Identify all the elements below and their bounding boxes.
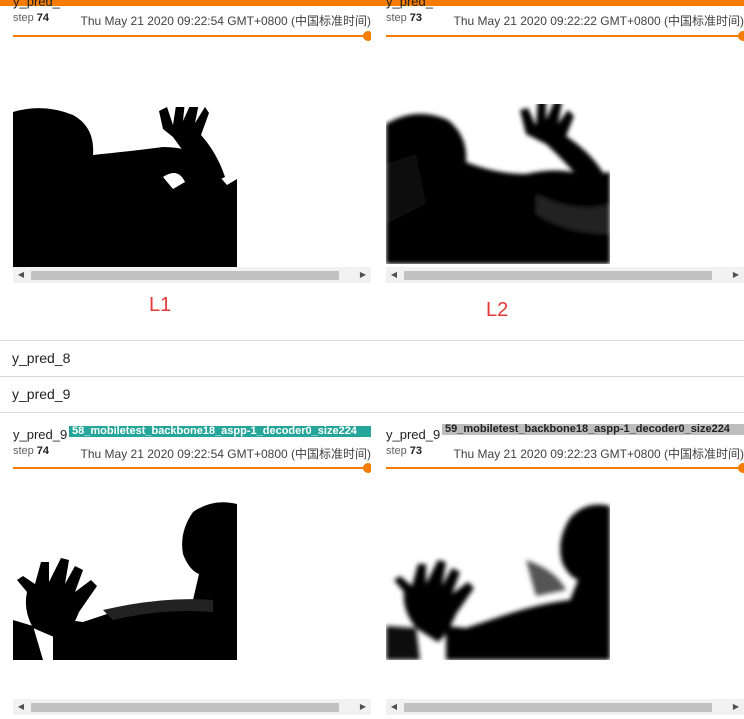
image-horizontal-scrollbar[interactable]: ◀ ▶ <box>386 699 744 715</box>
step-label-text: step <box>386 445 407 457</box>
step-slider-thumb[interactable] <box>738 463 744 473</box>
image-card-bottom-left: y_pred_9 58_mobiletest_backbone18_aspp-1… <box>13 422 371 719</box>
step-slider[interactable] <box>386 467 738 469</box>
step-slider-thumb[interactable] <box>363 463 371 473</box>
scrollbar-thumb[interactable] <box>404 703 712 712</box>
prediction-image <box>13 107 237 267</box>
image-card-top-left: y_pred_ step 74 Thu May 21 2020 09:22:54 … <box>13 0 371 290</box>
step-indicator: step 74 <box>13 445 49 457</box>
timestamp: Thu May 21 2020 09:22:22 GMT+0800 (中国标准时… <box>453 14 744 28</box>
image-card-bottom-right: y_pred_9 59_mobiletest_backbone18_aspp-1… <box>386 422 744 719</box>
scroll-right-icon[interactable]: ▶ <box>355 699 371 715</box>
card-title: y_pred_9 <box>13 427 68 442</box>
image-horizontal-scrollbar[interactable]: ◀ ▶ <box>13 267 371 283</box>
step-label-text: step <box>386 12 407 24</box>
scroll-right-icon[interactable]: ▶ <box>728 267 744 283</box>
timestamp: Thu May 21 2020 09:22:54 GMT+0800 (中国标准时… <box>80 14 371 28</box>
card-title: y_pred_ <box>13 0 60 9</box>
run-name-badge: 59_mobiletest_backbone18_aspp-1_decoder0… <box>442 424 744 435</box>
step-indicator: step 73 <box>386 445 422 457</box>
scroll-left-icon[interactable]: ◀ <box>13 267 29 283</box>
section-header-y-pred-9[interactable]: y_pred_9 <box>0 376 744 413</box>
prediction-image <box>386 500 610 660</box>
section-header-y-pred-8[interactable]: y_pred_8 <box>0 340 744 377</box>
card-title: y_pred_9 <box>386 427 441 442</box>
step-slider[interactable] <box>13 467 365 469</box>
step-slider[interactable] <box>13 35 365 37</box>
step-slider-thumb[interactable] <box>363 31 371 41</box>
prediction-image <box>13 500 237 660</box>
prediction-image <box>386 104 610 264</box>
annotation-l2: L2 <box>486 299 509 321</box>
step-indicator: step 73 <box>386 12 422 24</box>
step-slider[interactable] <box>386 35 738 37</box>
scrollbar-thumb[interactable] <box>404 271 712 280</box>
step-label-text: step <box>13 445 34 457</box>
section-label: y_pred_9 <box>12 386 71 402</box>
step-slider-thumb[interactable] <box>738 31 744 41</box>
image-card-top-right: y_pred_ step 73 Thu May 21 2020 09:22:22 … <box>386 0 744 290</box>
timestamp: Thu May 21 2020 09:22:23 GMT+0800 (中国标准时… <box>453 447 744 461</box>
scroll-left-icon[interactable]: ◀ <box>386 267 402 283</box>
scroll-left-icon[interactable]: ◀ <box>13 699 29 715</box>
annotation-l1: L1 <box>149 294 172 316</box>
timestamp: Thu May 21 2020 09:22:54 GMT+0800 (中国标准时… <box>80 447 371 461</box>
scroll-right-icon[interactable]: ▶ <box>728 699 744 715</box>
run-name-badge: 58_mobiletest_backbone18_aspp-1_decoder0… <box>69 426 371 437</box>
step-value: 74 <box>36 12 50 24</box>
image-horizontal-scrollbar[interactable]: ◀ ▶ <box>13 699 371 715</box>
step-indicator: step 74 <box>13 12 49 24</box>
step-value: 73 <box>409 445 423 457</box>
card-title: y_pred_ <box>386 0 433 9</box>
image-horizontal-scrollbar[interactable]: ◀ ▶ <box>386 267 744 283</box>
scroll-left-icon[interactable]: ◀ <box>386 699 402 715</box>
step-label-text: step <box>13 12 34 24</box>
scrollbar-thumb[interactable] <box>31 271 339 280</box>
section-label: y_pred_8 <box>12 350 71 366</box>
scroll-right-icon[interactable]: ▶ <box>355 267 371 283</box>
step-value: 73 <box>409 12 423 24</box>
step-value: 74 <box>36 445 50 457</box>
scrollbar-thumb[interactable] <box>31 703 339 712</box>
